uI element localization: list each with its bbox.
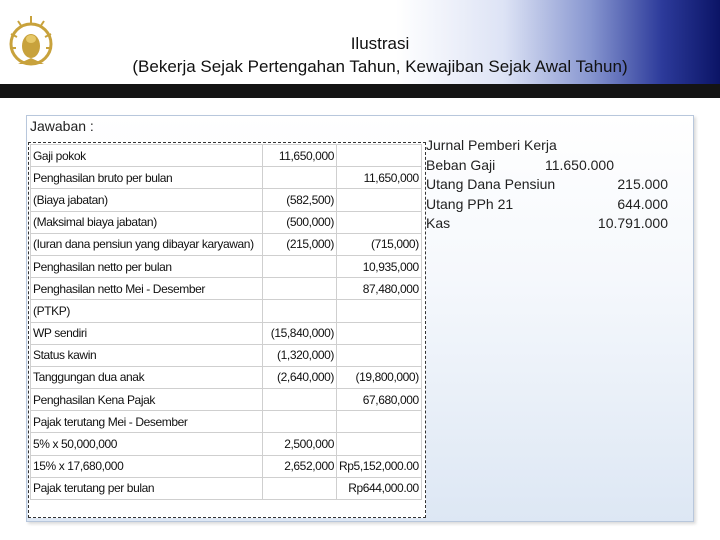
row-value-1: (215,000) <box>262 232 337 256</box>
row-value-2 <box>336 143 422 168</box>
row-value-2: 10,935,000 <box>336 254 422 279</box>
jurnal-entry: Beban Gaji 11.650.000 <box>426 156 668 176</box>
jurnal-entry-amount: 11.650.000 <box>544 156 614 173</box>
row-label: Penghasilan Kena Pajak <box>30 388 263 412</box>
jurnal-entry-amount: 644.000 <box>617 195 668 212</box>
row-label: Gaji pokok <box>30 143 263 168</box>
table-row: WP sendiri (15,840,000) <box>30 321 422 345</box>
row-value-2: 11,650,000 <box>336 166 422 190</box>
table-row: Penghasilan bruto per bulan 11,650,000 <box>30 166 422 190</box>
row-value-1: 2,500,000 <box>262 432 337 456</box>
row-value-1: (500,000) <box>262 210 337 234</box>
row-value-2: 67,680,000 <box>336 388 422 412</box>
table-row: 15% x 17,680,000 2,652,000 Rp5,152,000.00 <box>30 454 422 478</box>
row-value-2 <box>336 410 422 434</box>
table-row: Penghasilan Kena Pajak 67,680,000 <box>30 388 422 412</box>
row-value-2: 87,480,000 <box>336 277 422 301</box>
row-label: (Biaya jabatan) <box>30 188 263 212</box>
row-value-2 <box>336 343 422 367</box>
row-value-1 <box>262 410 337 434</box>
jurnal-entry: Kas 10.791.000 <box>426 214 668 234</box>
row-value-2: (715,000) <box>336 232 422 256</box>
row-label: (PTKP) <box>30 299 263 323</box>
table-row: 5% x 50,000,000 2,500,000 <box>30 432 422 456</box>
row-value-2 <box>336 299 422 323</box>
row-value-1: (2,640,000) <box>262 365 337 390</box>
table-row: (PTKP) <box>30 299 422 323</box>
row-label: 15% x 17,680,000 <box>30 454 263 478</box>
jurnal-title: Jurnal Pemberi Kerja <box>426 137 557 153</box>
row-label: Pajak terutang per bulan <box>30 476 263 501</box>
row-label: Tanggungan dua anak <box>30 365 263 390</box>
table-row: Status kawin (1,320,000) <box>30 343 422 367</box>
row-value-1: (1,320,000) <box>262 343 337 367</box>
row-value-2: (19,800,000) <box>336 365 422 390</box>
table-row: Pajak terutang per bulan Rp644,000.00 <box>30 476 422 501</box>
row-value-2 <box>336 210 422 234</box>
row-label: Penghasilan bruto per bulan <box>30 166 263 190</box>
row-value-1 <box>262 299 337 323</box>
row-label: Penghasilan netto Mei - Desember <box>30 277 263 301</box>
row-value-2 <box>336 188 422 212</box>
row-value-1: 11,650,000 <box>262 143 337 168</box>
row-value-2 <box>336 321 422 345</box>
header-banner: Ilustrasi (Bekerja Sejak Pertengahan Tah… <box>0 0 720 98</box>
calculation-table: Gaji pokok 11,650,000 Penghasilan bruto pe… <box>30 143 422 501</box>
row-label: (Iuran dana pensiun yang dibayar karyawa… <box>30 232 263 256</box>
row-value-1 <box>262 166 337 190</box>
jurnal-entry: Utang Dana Pensiun 215.000 <box>426 175 668 195</box>
header-divider-bar <box>0 84 720 98</box>
row-label: Pajak terutang Mei - Desember <box>30 410 263 434</box>
jurnal-entry-name: Kas <box>426 215 451 231</box>
table-row: Tanggungan dua anak (2,640,000) (19,800,00… <box>30 365 422 390</box>
jurnal-entry: Utang PPh 21 644.000 <box>426 195 668 215</box>
row-value-2: Rp644,000.00 <box>336 476 422 501</box>
row-value-2 <box>336 432 422 456</box>
row-label: 5% x 50,000,000 <box>30 432 263 456</box>
table-row: Penghasilan netto Mei - Desember 87,480,0… <box>30 277 422 301</box>
table-row: (Iuran dana pensiun yang dibayar karyawa… <box>30 232 422 256</box>
row-value-1 <box>262 254 337 279</box>
row-value-1: 2,652,000 <box>262 454 337 478</box>
jurnal-entry-name: Utang Dana Pensiun <box>426 176 556 192</box>
row-label: (Maksimal biaya jabatan) <box>30 210 263 234</box>
jurnal-entry-name: Utang PPh 21 <box>426 195 514 212</box>
row-value-1: (582,500) <box>262 188 337 212</box>
jurnal-entry-name: Beban Gaji <box>426 156 496 173</box>
table-row: (Maksimal biaya jabatan) (500,000) <box>30 210 422 234</box>
row-value-1 <box>262 476 337 501</box>
row-label: WP sendiri <box>30 321 263 345</box>
table-row: Gaji pokok 11,650,000 <box>30 143 422 168</box>
row-value-1 <box>262 388 337 412</box>
table-row: (Biaya jabatan) (582,500) <box>30 188 422 212</box>
page-subtitle: (Bekerja Sejak Pertengahan Tahun, Kewaji… <box>132 57 628 76</box>
row-label: Penghasilan netto per bulan <box>30 254 263 279</box>
jurnal-entry-amount: 10.791.000 <box>597 215 668 231</box>
row-label: Status kawin <box>30 343 263 367</box>
page-title: Ilustrasi <box>350 34 410 53</box>
row-value-1: (15,840,000) <box>262 321 337 345</box>
row-value-1 <box>262 277 337 301</box>
table-row: Penghasilan netto per bulan 10,935,000 <box>30 254 422 279</box>
jurnal-entry-amount: 215.000 <box>617 176 668 192</box>
jawaban-label: Jawaban : <box>30 118 94 134</box>
table-row: Pajak terutang Mei - Desember <box>30 410 422 434</box>
jurnal-panel: Jurnal Pemberi Kerja Beban Gaji 11.650.0… <box>426 136 668 234</box>
row-value-2: Rp5,152,000.00 <box>336 454 422 478</box>
